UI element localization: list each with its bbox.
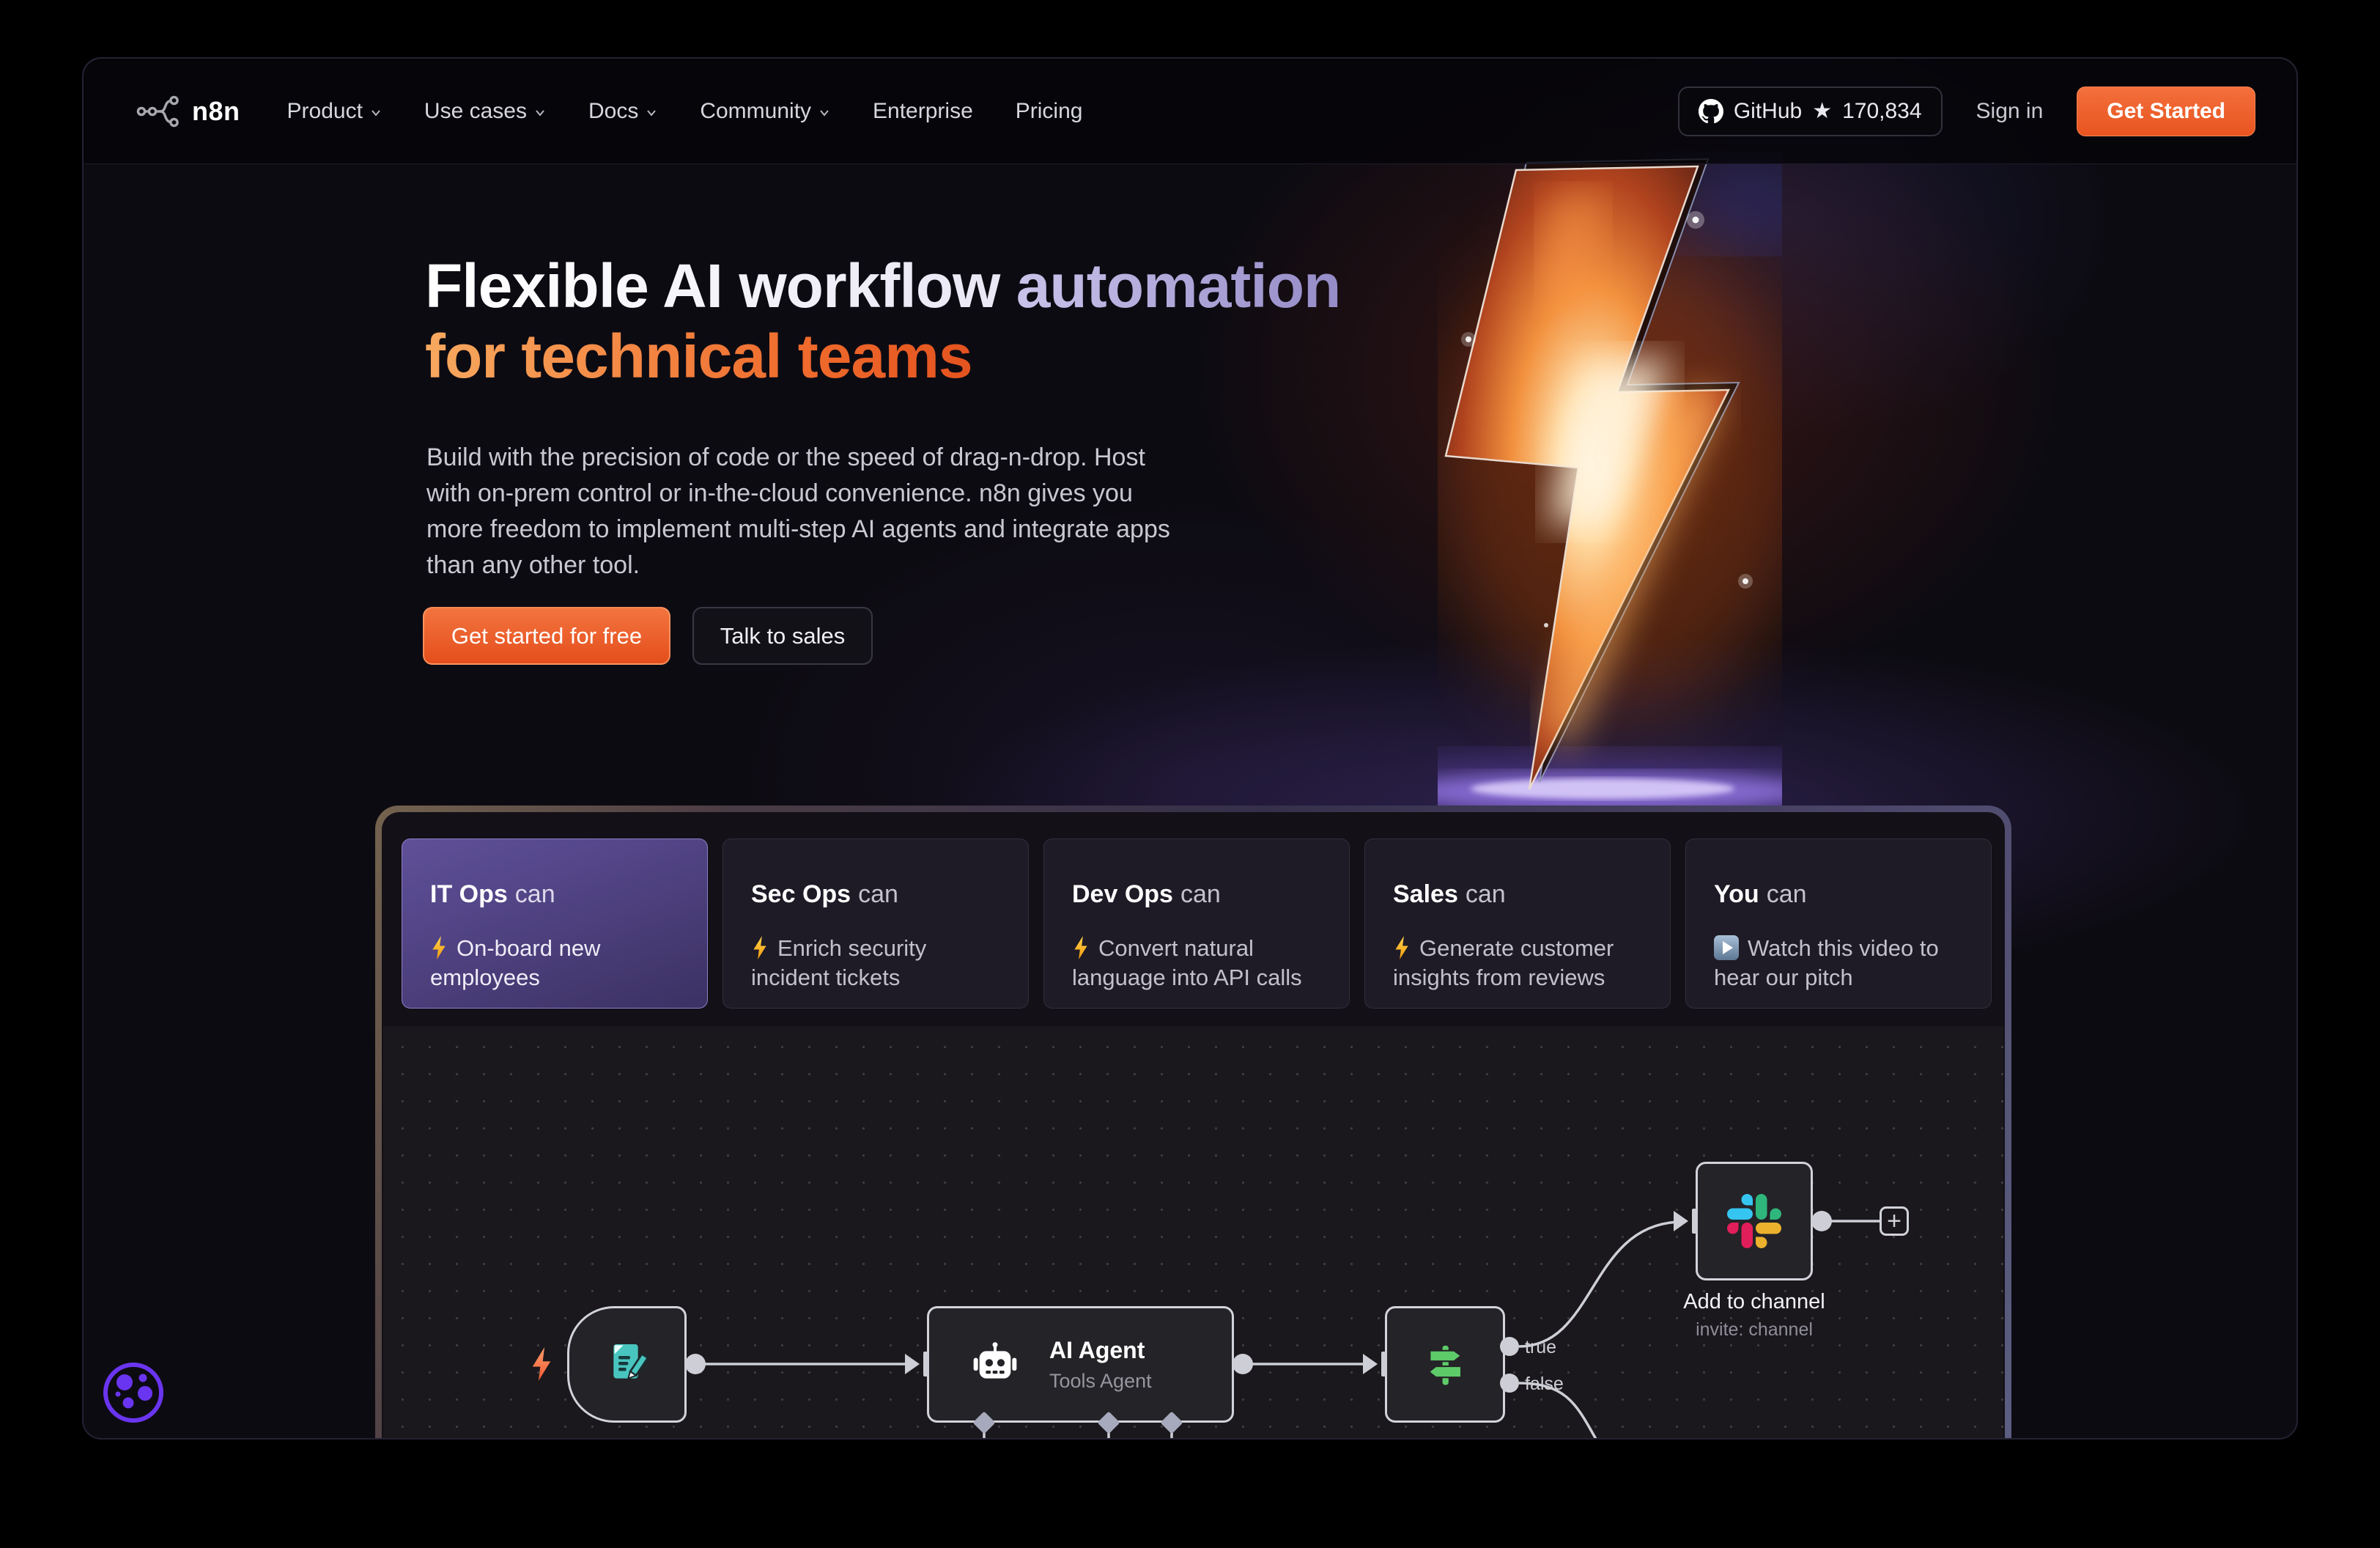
chevron-down-icon bbox=[534, 107, 546, 119]
nav-pricing[interactable]: Pricing bbox=[1016, 99, 1083, 124]
talk-to-sales-button[interactable]: Talk to sales bbox=[692, 607, 873, 665]
tab-sec-ops[interactable]: Sec Opscan Enrich security incident tick… bbox=[722, 838, 1029, 1009]
logo-wordmark: n8n bbox=[192, 96, 240, 127]
nav-community[interactable]: Community bbox=[700, 99, 830, 124]
github-stars-button[interactable]: GitHub ★ 170,834 bbox=[1678, 86, 1943, 136]
top-navigation: n8n Product Use cases Docs Community Ent… bbox=[84, 59, 2296, 164]
play-video-icon[interactable] bbox=[1714, 935, 1739, 960]
output-false-label: false bbox=[1525, 1374, 1564, 1395]
cookie-settings-button[interactable] bbox=[101, 1360, 166, 1425]
nav-use-cases[interactable]: Use cases bbox=[424, 99, 546, 124]
node-add-to-channel[interactable] bbox=[1696, 1162, 1813, 1280]
github-star-count: 170,834 bbox=[1842, 99, 1921, 124]
slack-node-sublabel: invite: channel bbox=[1659, 1319, 1849, 1341]
github-label: GitHub bbox=[1734, 99, 1802, 124]
workflow-demo-panel: IT Opscan On-board new employees Sec Ops… bbox=[375, 806, 2011, 1440]
ai-agent-title: AI Agent bbox=[1049, 1337, 1152, 1364]
star-icon: ★ bbox=[1812, 98, 1832, 124]
ai-agent-text: AI Agent Tools Agent bbox=[1049, 1337, 1152, 1393]
node-ai-agent[interactable]: AI Agent Tools Agent bbox=[927, 1306, 1234, 1423]
n8n-logo-icon bbox=[136, 93, 182, 130]
get-started-button[interactable]: Get Started bbox=[2077, 86, 2255, 136]
hero-headline: Flexible AI workflow automation for tech… bbox=[425, 251, 1340, 391]
robot-icon bbox=[970, 1341, 1020, 1388]
nav-enterprise[interactable]: Enterprise bbox=[873, 99, 973, 124]
tab-sales[interactable]: Salescan Generate customer insights from… bbox=[1364, 838, 1671, 1009]
node-is-manager[interactable] bbox=[1385, 1306, 1505, 1423]
form-trigger-icon bbox=[604, 1341, 651, 1388]
tab-dev-ops[interactable]: Dev Opscan Convert natural language into… bbox=[1043, 838, 1350, 1009]
sign-in-link[interactable]: Sign in bbox=[1976, 99, 2044, 124]
zap-icon bbox=[751, 936, 769, 959]
zap-icon bbox=[430, 936, 448, 959]
ai-agent-subtitle: Tools Agent bbox=[1049, 1370, 1152, 1393]
slack-icon bbox=[1727, 1194, 1781, 1248]
nav-menu: Product Use cases Docs Community Enterpr… bbox=[287, 99, 1083, 124]
tab-you[interactable]: Youcan Watch this video to hear our pitc… bbox=[1685, 838, 1992, 1009]
trigger-node-label: On 'Create User' form bbox=[527, 1435, 732, 1440]
lightning-bolt-hero-image bbox=[1438, 152, 1782, 819]
nav-right-group: GitHub ★ 170,834 Sign in Get Started bbox=[1678, 86, 2255, 136]
audience-tabs: IT Opscan On-board new employees Sec Ops… bbox=[402, 838, 1992, 1009]
nav-docs[interactable]: Docs bbox=[588, 99, 657, 124]
condition-node-label: Is manager? bbox=[1346, 1435, 1544, 1440]
add-node-button[interactable]: + bbox=[1880, 1206, 1909, 1236]
node-create-user-form-trigger[interactable] bbox=[567, 1306, 687, 1423]
hero-cta-group: Get started for free Talk to sales bbox=[423, 607, 873, 665]
zap-icon bbox=[1393, 936, 1411, 959]
workflow-demo-inner: IT Opscan On-board new employees Sec Ops… bbox=[382, 812, 2005, 1440]
chevron-down-icon bbox=[370, 107, 382, 119]
signpost-icon bbox=[1421, 1341, 1469, 1389]
chevron-down-icon bbox=[818, 107, 830, 119]
site-window: n8n Product Use cases Docs Community Ent… bbox=[82, 57, 2298, 1440]
workflow-canvas[interactable]: On 'Create User' form bbox=[383, 1026, 2003, 1440]
zap-icon bbox=[1072, 936, 1090, 959]
nav-product[interactable]: Product bbox=[287, 99, 382, 124]
chevron-down-icon bbox=[646, 107, 657, 119]
tab-it-ops[interactable]: IT Opscan On-board new employees bbox=[402, 838, 708, 1009]
get-started-free-button[interactable]: Get started for free bbox=[423, 607, 670, 665]
output-true-label: true bbox=[1525, 1337, 1556, 1358]
github-icon bbox=[1699, 99, 1723, 124]
hero-description: Build with the precision of code or the … bbox=[426, 440, 1170, 583]
n8n-logo[interactable]: n8n bbox=[136, 93, 240, 130]
slack-node-label: Add to channel bbox=[1659, 1290, 1849, 1314]
trigger-spark-icon bbox=[529, 1347, 554, 1381]
